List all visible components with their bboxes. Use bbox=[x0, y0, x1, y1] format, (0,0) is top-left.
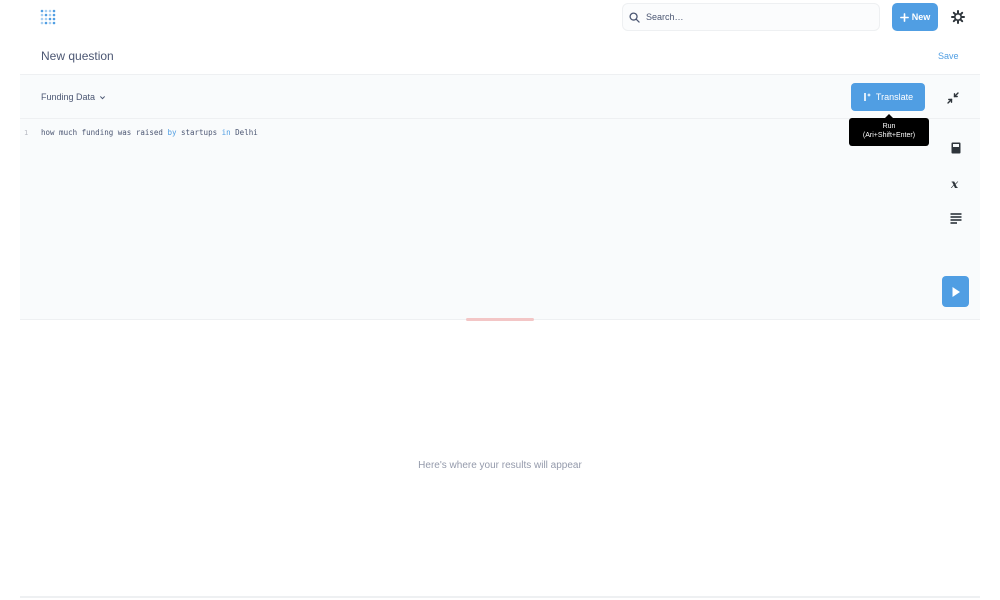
new-button-label: New bbox=[911, 12, 931, 22]
query-editor: Funding Data Translate 1 how much fundin… bbox=[20, 74, 980, 320]
translate-button-label: Translate bbox=[875, 92, 914, 102]
data-reference-book-icon[interactable] bbox=[949, 141, 963, 155]
collapse-editor-icon[interactable] bbox=[946, 91, 960, 105]
editor-side-tools: x bbox=[932, 119, 980, 321]
page-title: New question bbox=[41, 49, 114, 63]
query-keyword: in bbox=[221, 128, 231, 137]
gear-icon[interactable] bbox=[951, 10, 965, 24]
save-button[interactable]: Save bbox=[938, 51, 959, 61]
query-text[interactable]: how much funding was raised by startups … bbox=[41, 128, 258, 137]
divider bbox=[20, 596, 980, 598]
sparkle-icon bbox=[864, 93, 871, 101]
tooltip-title: Run bbox=[882, 123, 896, 130]
database-name: Funding Data bbox=[41, 92, 96, 102]
app-logo-icon[interactable] bbox=[39, 8, 59, 28]
new-button[interactable]: New bbox=[892, 3, 938, 31]
line-number: 1 bbox=[24, 129, 29, 137]
editor-toolbar: Funding Data Translate bbox=[20, 75, 980, 119]
results-empty-state: Here's where your results will appear bbox=[418, 460, 582, 471]
query-text-part: Delhi bbox=[230, 128, 258, 137]
top-bar: New bbox=[0, 0, 1000, 36]
chevron-down-icon bbox=[100, 95, 106, 99]
search-icon bbox=[629, 11, 640, 23]
editor-resize-handle[interactable] bbox=[466, 318, 534, 321]
run-button[interactable] bbox=[942, 276, 969, 307]
search-input[interactable] bbox=[646, 12, 846, 22]
plus-icon bbox=[899, 12, 909, 22]
variables-x-icon[interactable]: x bbox=[949, 176, 963, 191]
code-editor[interactable]: 1 how much funding was raised by startup… bbox=[20, 119, 932, 321]
query-text-part: how much funding was raised bbox=[41, 128, 168, 137]
run-tooltip: Run (Ari+Shift+Enter) bbox=[849, 114, 929, 146]
app: New New question Save Funding Data bbox=[0, 0, 1000, 600]
svg-text:x: x bbox=[950, 177, 959, 190]
play-icon bbox=[952, 286, 960, 297]
snippets-lines-icon[interactable] bbox=[949, 211, 963, 225]
translate-button[interactable]: Translate bbox=[851, 83, 925, 111]
search-box[interactable] bbox=[622, 3, 880, 31]
query-text-part: startups bbox=[176, 128, 222, 137]
database-picker[interactable]: Funding Data bbox=[41, 92, 106, 102]
tooltip-shortcut: (Ari+Shift+Enter) bbox=[862, 132, 916, 139]
